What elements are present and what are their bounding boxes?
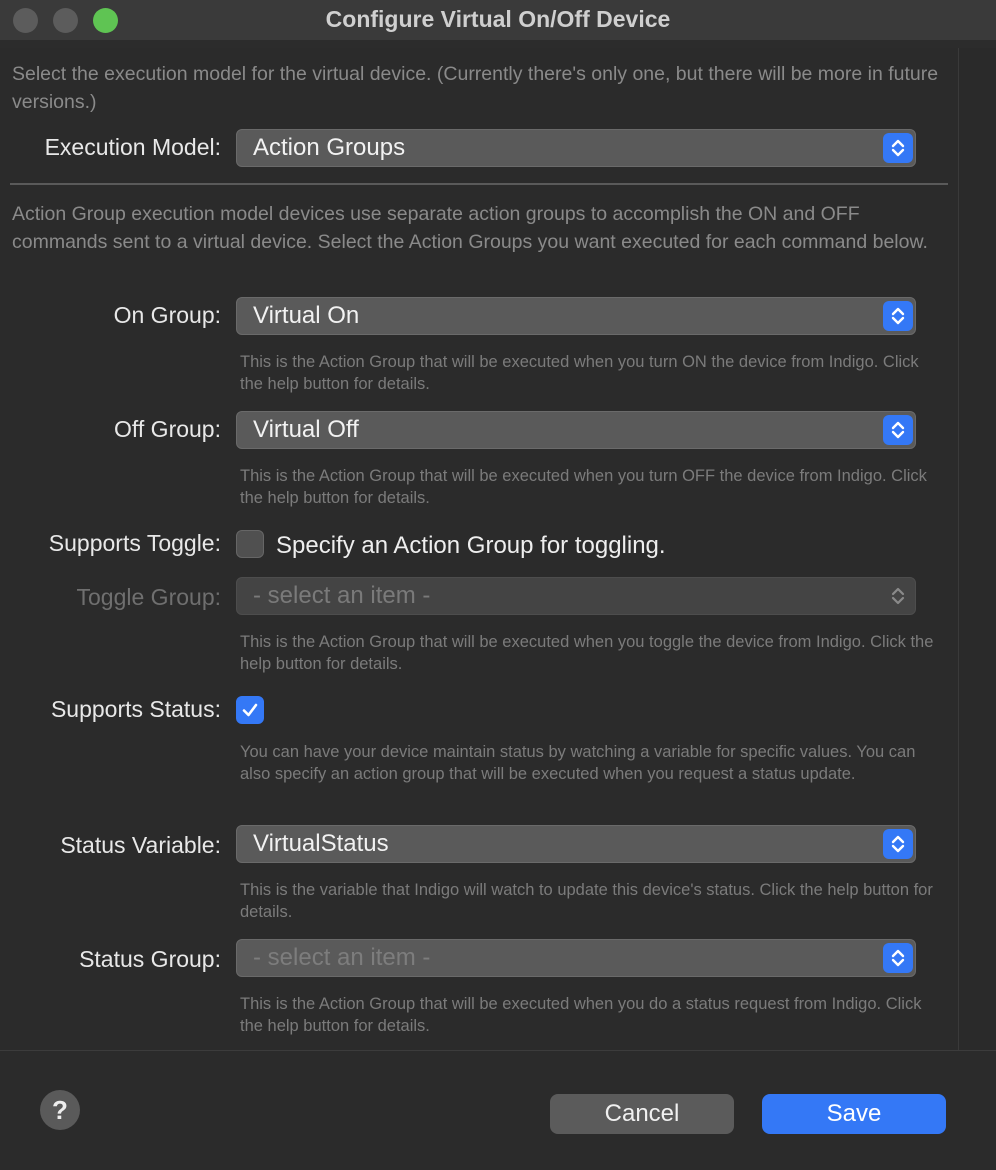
help-button[interactable]: ? xyxy=(40,1090,80,1130)
on-group-select[interactable]: Virtual On xyxy=(236,297,916,335)
supports-status-checkbox[interactable] xyxy=(236,696,264,724)
on-group-label: On Group: xyxy=(113,302,221,328)
execution-model-value: Action Groups xyxy=(253,134,406,161)
toggle-group-select: - select an item - xyxy=(236,577,916,615)
execution-model-label: Execution Model: xyxy=(44,134,221,160)
on-group-help: This is the Action Group that will be ex… xyxy=(240,353,919,393)
supports-status-label: Supports Status: xyxy=(50,696,221,722)
status-variable-value: VirtualStatus xyxy=(253,830,389,857)
cancel-button[interactable]: Cancel xyxy=(550,1094,734,1134)
section-divider xyxy=(10,183,948,185)
intro-description: Select the execution model for the virtu… xyxy=(12,63,939,113)
window-title: Configure Virtual On/Off Device xyxy=(325,6,671,32)
status-variable-help: This is the variable that Indigo will wa… xyxy=(240,881,933,921)
scrollbar-track[interactable] xyxy=(958,48,996,1050)
chevron-up-down-icon xyxy=(883,581,913,611)
off-group-select[interactable]: Virtual Off xyxy=(236,411,916,449)
status-variable-label: Status Variable: xyxy=(60,832,221,858)
status-group-help: This is the Action Group that will be ex… xyxy=(240,995,922,1035)
action-group-description: Action Group execution model devices use… xyxy=(12,203,928,253)
execution-model-select[interactable]: Action Groups xyxy=(236,129,916,167)
supports-toggle-checkbox[interactable] xyxy=(236,530,264,558)
save-button[interactable]: Save xyxy=(762,1094,946,1134)
off-group-label: Off Group: xyxy=(114,416,221,442)
toggle-group-value: - select an item - xyxy=(253,582,431,609)
chevron-up-down-icon xyxy=(883,943,913,973)
supports-toggle-label: Supports Toggle: xyxy=(48,530,221,556)
off-group-value: Virtual Off xyxy=(253,416,359,443)
status-group-select[interactable]: - select an item - xyxy=(236,939,916,977)
supports-status-help: You can have your device maintain status… xyxy=(240,743,916,783)
toggle-group-label: Toggle Group: xyxy=(76,584,221,610)
supports-toggle-checkbox-label[interactable]: Specify an Action Group for toggling. xyxy=(276,532,666,560)
chevron-up-down-icon xyxy=(883,829,913,859)
chevron-up-down-icon xyxy=(883,301,913,331)
status-group-value: - select an item - xyxy=(253,944,431,971)
dialog-window: Configure Virtual On/Off Device Select t… xyxy=(0,0,996,1170)
toggle-group-help: This is the Action Group that will be ex… xyxy=(240,633,934,673)
chevron-up-down-icon xyxy=(883,415,913,445)
off-group-help: This is the Action Group that will be ex… xyxy=(240,467,927,507)
status-group-label: Status Group: xyxy=(79,946,221,972)
on-group-value: Virtual On xyxy=(253,302,360,329)
chevron-up-down-icon xyxy=(883,133,913,163)
title-bar: Configure Virtual On/Off Device xyxy=(0,0,996,40)
status-variable-select[interactable]: VirtualStatus xyxy=(236,825,916,863)
checkmark-icon xyxy=(242,703,258,717)
